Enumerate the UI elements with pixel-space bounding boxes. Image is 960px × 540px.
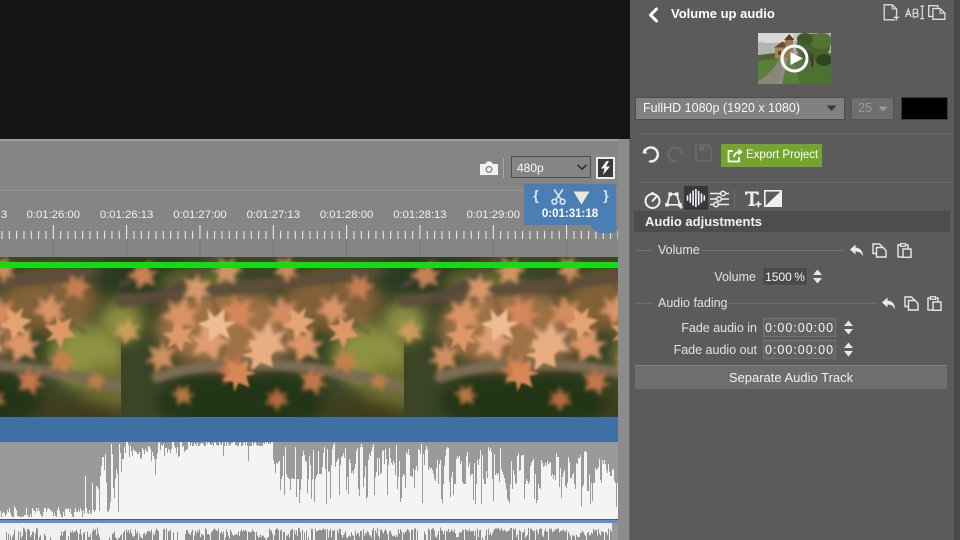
svg-text:3: 3 [1, 209, 7, 221]
svg-text:0:01:28:00: 0:01:28:00 [320, 209, 373, 221]
svg-text:0:01:26:00: 0:01:26:00 [27, 209, 80, 221]
svg-text:0:01:27:00: 0:01:27:00 [173, 209, 226, 221]
svg-text:0:01:29:00: 0:01:29:00 [467, 209, 520, 221]
svg-text:0:01:27:13: 0:01:27:13 [247, 209, 300, 221]
svg-text:0:01:26:13: 0:01:26:13 [100, 209, 153, 221]
svg-text:0:01:28:13: 0:01:28:13 [393, 209, 446, 221]
